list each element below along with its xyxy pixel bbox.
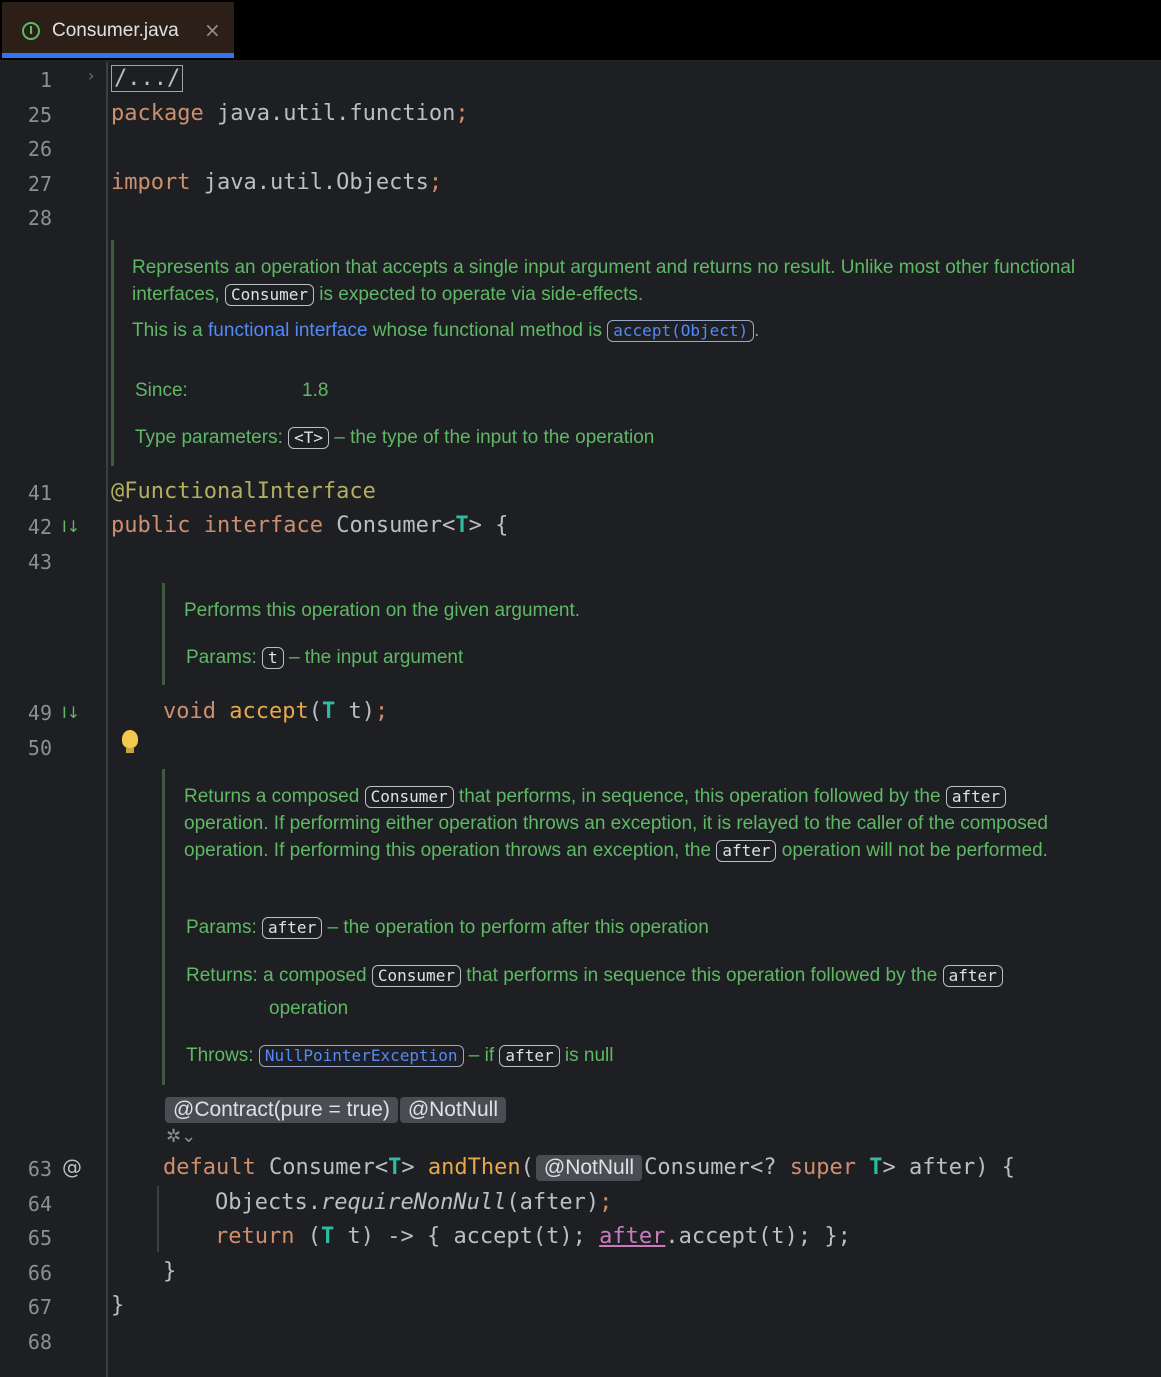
functional-interface-link[interactable]: functional interface bbox=[208, 320, 368, 341]
line-number: 68 bbox=[27, 1330, 52, 1354]
line-number: 26 bbox=[27, 137, 52, 161]
close-icon[interactable]: × bbox=[204, 20, 221, 40]
throws-row: Throws: NullPointerException – if after … bbox=[186, 1045, 614, 1067]
editor-tab-bar: I Consumer.java × bbox=[0, 0, 1161, 62]
code-line-1[interactable]: /.../ bbox=[111, 64, 184, 94]
code-line-64[interactable]: Objects.requireNonNull(after); bbox=[215, 1188, 612, 1218]
tab-title: Consumer.java bbox=[52, 20, 179, 41]
folded-region[interactable]: /.../ bbox=[111, 65, 184, 92]
chevron-right-icon[interactable]: › bbox=[88, 66, 94, 85]
line-number: 28 bbox=[27, 206, 52, 230]
code-line-25[interactable]: package java.util.function; bbox=[111, 99, 469, 129]
implemented-icon[interactable]: I↓ bbox=[62, 513, 80, 541]
since-row: Since: bbox=[135, 380, 188, 401]
npe-link[interactable]: NullPointerException bbox=[258, 1045, 464, 1067]
line-number: 1 bbox=[39, 68, 52, 92]
code-line-65[interactable]: return (T t) -> { accept(t); after.accep… bbox=[215, 1222, 851, 1252]
implemented-icon[interactable]: I↓ bbox=[62, 699, 80, 727]
lightbulb-icon[interactable] bbox=[122, 730, 138, 753]
line-number: 41 bbox=[27, 481, 52, 505]
line-number: 64 bbox=[27, 1192, 52, 1216]
indent-guide bbox=[157, 1186, 159, 1252]
code-line-49[interactable]: void accept(T t); bbox=[163, 697, 388, 727]
code-line-67[interactable]: } bbox=[111, 1291, 124, 1321]
code-chip: Consumer bbox=[224, 284, 314, 306]
params-row: Params: after – the operation to perform… bbox=[186, 917, 709, 939]
type-parameters-row: Type parameters: <T> – the type of the i… bbox=[135, 427, 655, 449]
tab-consumer-java[interactable]: I Consumer.java × bbox=[2, 2, 234, 58]
line-number: 66 bbox=[27, 1261, 52, 1285]
line-number: 27 bbox=[27, 172, 52, 196]
code-line-66[interactable]: } bbox=[163, 1257, 176, 1287]
line-number: 43 bbox=[27, 550, 52, 574]
inferred-annotations[interactable]: @Contract(pure = true) @NotNull bbox=[165, 1097, 507, 1123]
line-number: 67 bbox=[27, 1295, 52, 1319]
accept-object-link[interactable]: accept(Object) bbox=[607, 320, 755, 342]
code-line-41[interactable]: @FunctionalInterface bbox=[111, 477, 376, 507]
notnull-inlay[interactable]: @NotNull bbox=[399, 1097, 507, 1123]
gutter-divider bbox=[106, 62, 108, 1377]
line-number: 50 bbox=[27, 736, 52, 760]
code-line-63[interactable]: default Consumer<T> andThen(@NotNull Cons… bbox=[163, 1153, 1015, 1183]
line-number: 42 bbox=[27, 515, 52, 539]
code-line-42[interactable]: public interface Consumer<T> { bbox=[111, 511, 508, 541]
params-row: Params: t – the input argument bbox=[186, 647, 464, 669]
line-number: 49 bbox=[27, 701, 52, 725]
returns-row: Returns: a composed Consumer that perfor… bbox=[186, 962, 1003, 989]
notnull-inlay[interactable]: @NotNull bbox=[535, 1155, 643, 1181]
interface-icon: I bbox=[22, 22, 40, 40]
annotation-icon[interactable]: @ bbox=[62, 1153, 82, 1181]
line-number: 63 bbox=[27, 1157, 52, 1181]
line-number: 25 bbox=[27, 103, 52, 127]
code-line-27[interactable]: import java.util.Objects; bbox=[111, 168, 442, 198]
contract-inlay[interactable]: @Contract(pure = true) bbox=[165, 1097, 398, 1123]
since-value: 1.8 bbox=[302, 380, 329, 401]
line-number: 65 bbox=[27, 1226, 52, 1250]
returns-continuation: operation bbox=[269, 998, 349, 1019]
ai-actions-icon[interactable]: ✲⌄ bbox=[166, 1126, 196, 1147]
